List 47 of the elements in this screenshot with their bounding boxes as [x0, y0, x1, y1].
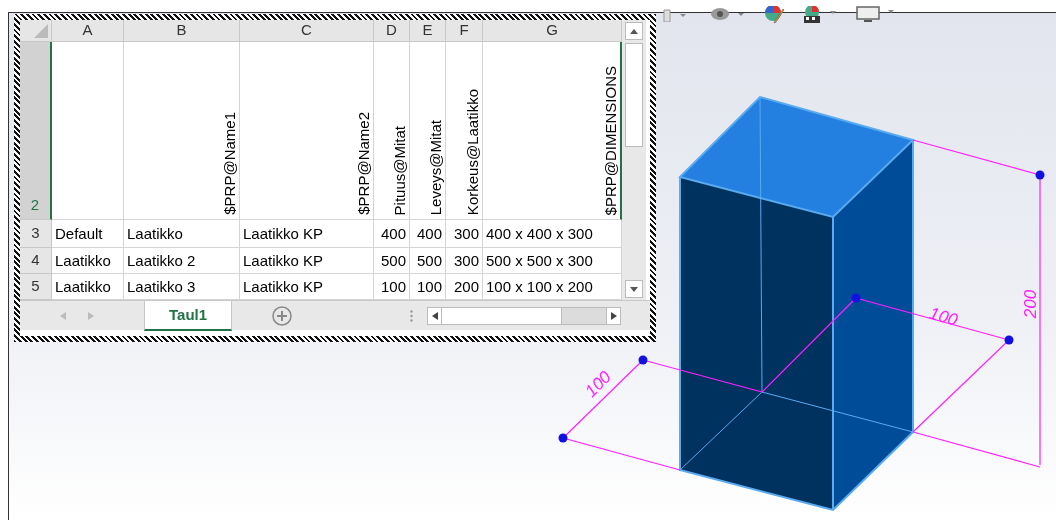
table-cell: 300	[453, 226, 479, 241]
table-cell: Laatikko	[55, 253, 111, 268]
table-cell: $PRP@Name2	[356, 112, 371, 215]
table-cell: Laatikko	[55, 279, 111, 294]
sheet-tab[interactable]: Taul1	[144, 301, 233, 331]
table-cell: $PRP@DIMENSIONS	[603, 65, 618, 215]
row-header[interactable]: 3	[20, 220, 52, 248]
table-cell: Laatikko KP	[243, 253, 324, 268]
table-cell: 100	[416, 279, 442, 294]
column-header[interactable]: G	[483, 20, 622, 42]
table-cell: 100	[380, 279, 406, 294]
add-sheet-icon[interactable]	[272, 305, 293, 326]
row-header[interactable]: 4	[20, 248, 52, 274]
scroll-down-icon[interactable]	[630, 286, 638, 292]
monitor-icon[interactable]	[856, 6, 896, 24]
scroll-right-icon[interactable]	[610, 311, 617, 320]
table-cell: 400	[416, 226, 442, 241]
table-cell: 300	[453, 253, 479, 268]
column-header[interactable]: B	[124, 20, 240, 42]
table-cell: Laatikko KP	[243, 279, 324, 294]
column-header[interactable]: A	[52, 20, 124, 42]
table-cell: $PRP@Name1	[222, 112, 237, 215]
table-cell: Laatikko 3	[127, 279, 196, 294]
column-header[interactable]: D	[374, 20, 410, 42]
column-header[interactable]: C	[240, 20, 374, 42]
table-cell: 200	[453, 279, 479, 294]
row-header[interactable]: 5	[20, 274, 52, 300]
table-cell: 500	[416, 253, 442, 268]
table-cell: Laatikko	[127, 226, 183, 241]
table-cell: Korkeus@Laatikko	[465, 88, 480, 215]
table-cell: 500	[380, 253, 406, 268]
table-cell: 400	[380, 226, 406, 241]
table-cell: 400 x 400 x 300	[486, 226, 593, 241]
table-cell: Pituus@Mitat	[392, 125, 407, 215]
horizontal-scrollbar[interactable]	[427, 306, 622, 325]
table-cell: Laatikko KP	[243, 226, 324, 241]
scroll-left-icon[interactable]	[431, 311, 438, 320]
table-cell: 500 x 500 x 300	[486, 253, 593, 268]
column-header[interactable]: F	[446, 20, 483, 42]
vertical-scroll-thumb[interactable]	[625, 43, 643, 147]
table-cell: Laatikko 2	[127, 253, 196, 268]
table-cell: 100 x 100 x 200	[486, 279, 593, 294]
column-header[interactable]: E	[410, 20, 446, 42]
table-cell: Leveys@Mitat	[428, 119, 443, 215]
scroll-up-icon[interactable]	[630, 28, 638, 34]
row-header[interactable]: 2	[20, 42, 52, 220]
table-cell: Default	[55, 226, 103, 241]
